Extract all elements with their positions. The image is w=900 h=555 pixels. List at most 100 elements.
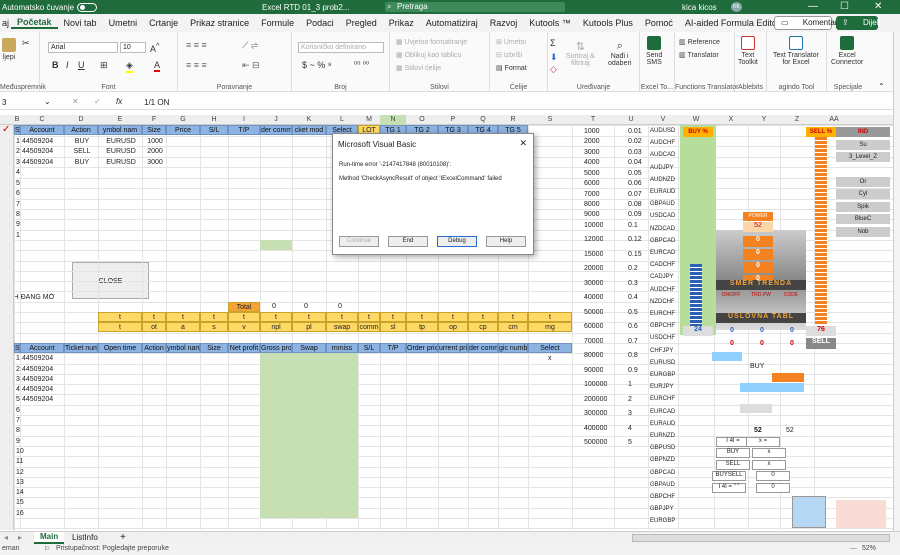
- autosave-toggle[interactable]: [77, 2, 98, 12]
- col-header-O[interactable]: O: [406, 115, 438, 125]
- cut-icon[interactable]: ✂: [22, 38, 30, 49]
- font-color-icon[interactable]: A: [154, 60, 161, 72]
- position-header-12[interactable]: T/P: [380, 342, 406, 353]
- end-button[interactable]: End: [388, 236, 428, 247]
- dialog-close-icon[interactable]: ✕: [519, 138, 527, 149]
- indicator-item[interactable]: 3_Level_Z: [836, 152, 890, 162]
- col-header-L[interactable]: L: [326, 115, 358, 125]
- tab-prikaz-stranice[interactable]: Prikaz stranice: [184, 18, 255, 28]
- order-cell[interactable]: 1: [16, 137, 20, 146]
- select-mark[interactable]: x: [548, 354, 552, 363]
- position-cell[interactable]: 44509204: [22, 354, 53, 363]
- maximize-button[interactable]: ☐: [840, 0, 849, 14]
- header-cell-9[interactable]: cket mod: [292, 125, 326, 135]
- order-cell[interactable]: 9: [16, 220, 20, 229]
- position-cell[interactable]: 44509204: [22, 395, 53, 404]
- col-header-I[interactable]: I: [228, 115, 260, 125]
- position-cell[interactable]: 6: [16, 406, 20, 415]
- accessibility-icon[interactable]: ⚐: [44, 545, 50, 553]
- zoom-level[interactable]: 52%: [862, 545, 876, 552]
- close-window-button[interactable]: ✕: [874, 0, 882, 14]
- clear-icon[interactable]: ◇: [550, 64, 557, 75]
- tab-podaci[interactable]: Podaci: [300, 18, 340, 28]
- position-cell[interactable]: 10: [16, 447, 24, 456]
- col-header-AA[interactable]: AA: [814, 115, 854, 125]
- continue-button[interactable]: Continue: [339, 236, 379, 247]
- align-left-icon[interactable]: ≡ ≡ ≡: [186, 60, 207, 70]
- cell-styles-button[interactable]: ▦ Stilovi ćelije: [396, 64, 441, 72]
- position-cell[interactable]: 44509204: [22, 385, 53, 394]
- tab-main[interactable]: Main: [34, 532, 65, 544]
- col-header-V[interactable]: V: [648, 115, 678, 125]
- col-header-C[interactable]: C: [20, 115, 64, 125]
- position-cell[interactable]: 3: [16, 375, 20, 384]
- format-table-button[interactable]: ▦ Oblikuj kao tablicu: [396, 51, 461, 59]
- italic-button[interactable]: I: [66, 60, 69, 70]
- fx-icon[interactable]: fx: [116, 97, 122, 106]
- position-header-16[interactable]: gic numb: [498, 342, 528, 353]
- order-cell[interactable]: BUY: [66, 137, 98, 146]
- order-cell[interactable]: EURUSD: [100, 137, 142, 146]
- col-header-F[interactable]: F: [142, 115, 166, 125]
- tab-novi[interactable]: Novi tab: [58, 18, 103, 28]
- position-header-8[interactable]: Gross prof: [260, 342, 292, 353]
- position-header-10[interactable]: mmiss: [326, 342, 358, 353]
- indicator-item[interactable]: IND: [836, 127, 890, 137]
- header-cell-2[interactable]: Action: [64, 125, 98, 135]
- order-cell[interactable]: 1000: [144, 137, 166, 146]
- position-header-2[interactable]: Ticket number: [64, 342, 98, 353]
- order-cell[interactable]: 3: [16, 158, 20, 167]
- header-cell-6[interactable]: S/L: [200, 125, 228, 135]
- position-cell[interactable]: 4: [16, 385, 20, 394]
- tab-kutools-plus[interactable]: Kutools Plus: [577, 18, 639, 28]
- position-cell[interactable]: 9: [16, 437, 20, 446]
- zoom-slider-icon[interactable]: —: [850, 545, 857, 552]
- position-header-17[interactable]: Select: [528, 342, 572, 353]
- tab-pocetak[interactable]: Početak: [11, 17, 58, 29]
- order-cell[interactable]: SELL: [66, 147, 98, 156]
- position-cell[interactable]: 12: [16, 468, 24, 477]
- cancel-icon[interactable]: ✕: [72, 97, 79, 106]
- position-header-4[interactable]: Action: [142, 342, 166, 353]
- find-button[interactable]: ⌕ Nađi i odaberi: [608, 40, 631, 67]
- order-cell[interactable]: 44509204: [22, 137, 64, 146]
- search-box[interactable]: ⌕ Pretraga: [385, 2, 565, 12]
- border-icon[interactable]: ⊞: [100, 60, 108, 71]
- tab-scroll-right-icon[interactable]: ▸: [18, 533, 22, 542]
- col-header-P[interactable]: P: [438, 115, 468, 125]
- header-cell-1[interactable]: Account: [20, 125, 64, 135]
- col-header-Q[interactable]: Q: [468, 115, 498, 125]
- sum-icon[interactable]: Σ: [550, 38, 556, 48]
- position-cell[interactable]: 13: [16, 478, 24, 487]
- position-cell[interactable]: 11: [16, 457, 23, 466]
- grow-font-icon[interactable]: A^: [150, 41, 160, 54]
- tab-kutools[interactable]: Kutools ™: [523, 18, 577, 28]
- excel-connector-button[interactable]: Excel Connector: [831, 36, 863, 66]
- send-sms-button[interactable]: Send SMS: [646, 36, 662, 66]
- tab-umetni[interactable]: Umetni: [103, 18, 144, 28]
- underline-button[interactable]: U: [78, 60, 85, 70]
- indicator-item[interactable]: Spik: [836, 201, 890, 212]
- tab-crtanje[interactable]: Crtanje: [143, 18, 184, 28]
- position-cell[interactable]: 8: [16, 426, 20, 435]
- format-cells-button[interactable]: ▤ Format: [496, 64, 527, 72]
- col-header-X[interactable]: X: [714, 115, 748, 125]
- col-header-W[interactable]: W: [678, 115, 714, 125]
- tab-razvoj[interactable]: Razvoj: [484, 18, 524, 28]
- col-header-K[interactable]: K: [292, 115, 326, 125]
- header-cell-5[interactable]: Price: [166, 125, 200, 135]
- tab-first[interactable]: aj: [0, 18, 11, 28]
- position-cell[interactable]: 5: [16, 395, 20, 404]
- indicator-item[interactable]: BlueC: [836, 214, 890, 224]
- col-header-H[interactable]: H: [200, 115, 228, 125]
- delete-cells-button[interactable]: ⊟ Izbriši: [496, 51, 522, 59]
- tab-scroll-left-icon[interactable]: ◂: [4, 533, 8, 542]
- number-format-select[interactable]: Korisničko definirano: [298, 42, 384, 53]
- paste-button[interactable]: ljepi: [2, 38, 16, 61]
- position-header-14[interactable]: urrent pric: [438, 342, 468, 353]
- order-cell[interactable]: BUY: [66, 158, 98, 167]
- position-header-5[interactable]: ymbol nam: [166, 342, 200, 353]
- comments-button[interactable]: ▭ Komentari: [774, 16, 839, 30]
- order-cell[interactable]: 6: [16, 189, 20, 198]
- col-header-M[interactable]: M: [358, 115, 380, 125]
